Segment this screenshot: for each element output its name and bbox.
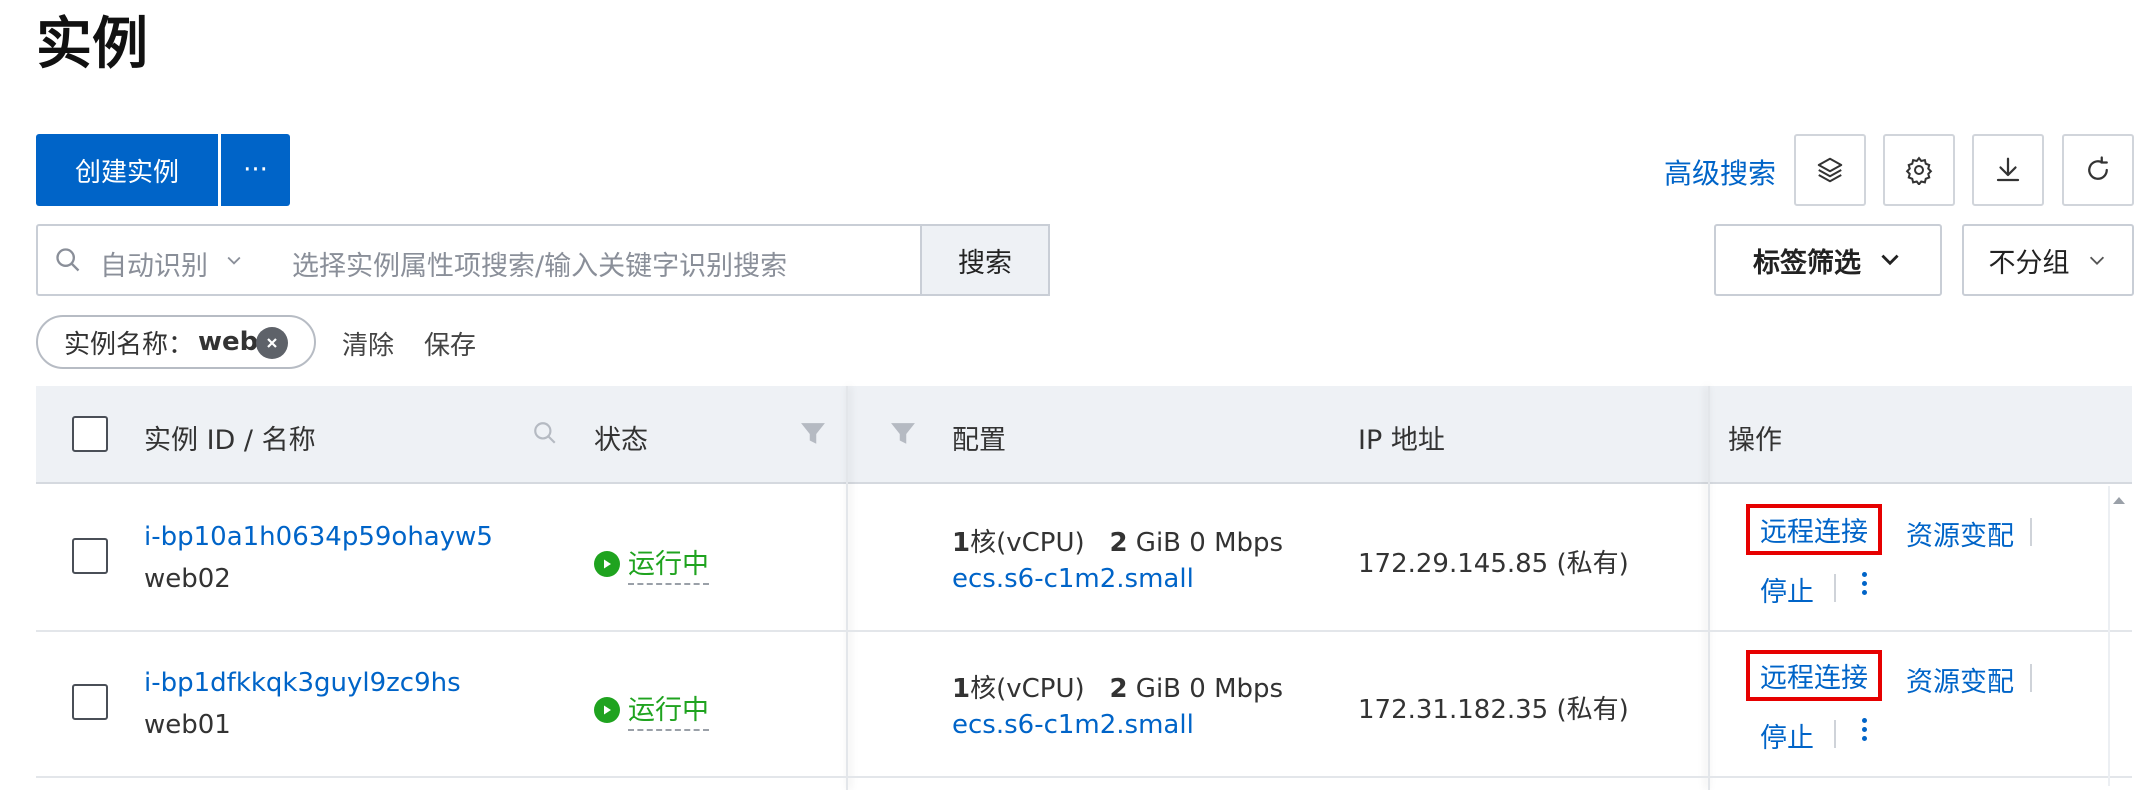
- resize-link[interactable]: 资源变配: [1906, 514, 2014, 553]
- search-button[interactable]: 搜索: [920, 224, 1050, 296]
- layers-icon: [1817, 157, 1843, 183]
- download-button[interactable]: [1972, 134, 2044, 206]
- stop-link[interactable]: 停止: [1760, 716, 1814, 755]
- spec-core-unit: 核(vCPU): [970, 674, 1085, 704]
- refresh-icon: [2088, 156, 2108, 180]
- instance-id-link[interactable]: i-bp10a1h0634p59ohayw5: [144, 522, 493, 552]
- chevron-down-icon: [1881, 254, 1899, 266]
- divider: [2030, 664, 2032, 692]
- status-badge: 运行中: [594, 688, 709, 731]
- refresh-button[interactable]: [2062, 134, 2134, 206]
- row-checkbox[interactable]: [72, 538, 108, 574]
- chevron-down-icon: [2089, 256, 2104, 265]
- row-divider: [36, 776, 2132, 778]
- scrollbar[interactable]: [2108, 486, 2110, 786]
- save-filters-link[interactable]: 保存: [424, 325, 476, 362]
- instance-spec: 1核(vCPU) 2 GiB 0 Mbps: [952, 522, 1283, 559]
- settings-button[interactable]: [1883, 134, 1955, 206]
- spec-cores: 1: [952, 528, 971, 558]
- spec-cores: 1: [952, 674, 971, 704]
- page-title: 实例: [36, 12, 148, 77]
- spec-mem: 2: [1109, 528, 1128, 558]
- instance-name: web02: [144, 564, 231, 594]
- group-select-value: 不分组: [1988, 247, 2070, 279]
- instance-name: web01: [144, 710, 231, 740]
- tag-filter-label: 标签筛选: [1753, 247, 1861, 279]
- instance-id-link[interactable]: i-bp1dfkkqk3guyl9zc9hs: [144, 668, 461, 698]
- search-scope-select[interactable]: 自动识别: [100, 244, 208, 283]
- ip-address: 172.29.145.85 (私有): [1358, 549, 1629, 579]
- ip-address: 172.31.182.35 (私有): [1358, 695, 1629, 725]
- filter-chip-label: 实例名称：: [64, 329, 195, 360]
- filter-icon[interactable]: [800, 422, 826, 450]
- gear-icon: [1905, 156, 1933, 185]
- play-icon: [594, 550, 620, 577]
- search-icon: [54, 246, 82, 278]
- instance-type-link[interactable]: ecs.s6-c1m2.small: [952, 710, 1194, 740]
- header-ip: IP 地址: [1358, 425, 1445, 456]
- search-input[interactable]: 选择实例属性项搜索/输入关键字识别搜索: [292, 244, 787, 283]
- create-more-button[interactable]: ···: [221, 134, 290, 206]
- chevron-down-icon: [224, 250, 244, 274]
- header-status: 状态: [594, 425, 648, 456]
- spec-mem-rest: GiB 0 Mbps: [1127, 528, 1284, 558]
- instance-spec: 1核(vCPU) 2 GiB 0 Mbps: [952, 668, 1283, 705]
- more-actions-icon[interactable]: [1862, 572, 1867, 595]
- header-ops: 操作: [1728, 425, 1782, 456]
- remote-connect-link[interactable]: 远程连接: [1746, 504, 1882, 555]
- group-select[interactable]: 不分组: [1962, 224, 2134, 296]
- remote-connect-link[interactable]: 远程连接: [1746, 650, 1882, 701]
- instance-type-link[interactable]: ecs.s6-c1m2.small: [952, 564, 1194, 594]
- spec-core-unit: 核(vCPU): [970, 528, 1085, 558]
- select-all-checkbox[interactable]: [72, 416, 108, 452]
- status-text[interactable]: 运行中: [628, 688, 709, 731]
- advanced-search-link[interactable]: 高级搜索: [1664, 152, 1776, 192]
- more-actions-icon[interactable]: [1862, 718, 1867, 741]
- header-id-name: 实例 ID / 名称: [144, 425, 316, 456]
- download-icon: [1996, 157, 2020, 182]
- row-checkbox[interactable]: [72, 684, 108, 720]
- spec-mem: 2: [1109, 674, 1128, 704]
- resize-link[interactable]: 资源变配: [1906, 660, 2014, 699]
- divider: [1834, 720, 1836, 748]
- scroll-up-icon[interactable]: [2112, 490, 2126, 509]
- status-badge: 运行中: [594, 542, 709, 585]
- close-icon[interactable]: [256, 327, 288, 359]
- spec-mem-rest: GiB 0 Mbps: [1127, 674, 1284, 704]
- stop-link[interactable]: 停止: [1760, 570, 1814, 609]
- filter-chip: 实例名称： web: [36, 315, 316, 369]
- layers-button[interactable]: [1794, 134, 1866, 206]
- filter-icon[interactable]: [890, 422, 916, 450]
- filter-chip-value: web: [198, 327, 259, 357]
- table-header: [36, 386, 2132, 484]
- header-config: 配置: [952, 425, 1006, 456]
- divider: [2030, 518, 2032, 546]
- divider: [1834, 574, 1836, 602]
- clear-filters-link[interactable]: 清除: [342, 325, 394, 362]
- tag-filter-button[interactable]: 标签筛选: [1714, 224, 1942, 296]
- search-icon[interactable]: [532, 420, 558, 450]
- play-icon: [594, 696, 620, 723]
- status-text[interactable]: 运行中: [628, 542, 709, 585]
- create-instance-button[interactable]: 创建实例: [36, 134, 218, 206]
